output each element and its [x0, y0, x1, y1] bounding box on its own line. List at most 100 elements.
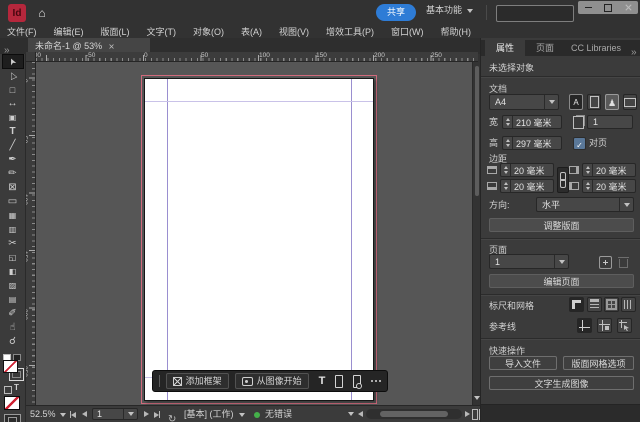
horizontal-scrollbar-thumb[interactable]	[380, 411, 448, 417]
frame-tool[interactable]: ⊠	[3, 181, 23, 194]
width-field[interactable]: 210 毫米	[502, 115, 562, 129]
rectangle-tool[interactable]: ▭	[3, 195, 23, 208]
direct-selection-tool[interactable]: ▷	[3, 69, 23, 82]
type-tool[interactable]: T	[3, 125, 23, 138]
menu-plugins[interactable]: 增效工具(P)	[326, 27, 374, 37]
page-tool[interactable]: □	[3, 83, 23, 96]
menu-object[interactable]: 对象(O)	[193, 27, 224, 37]
document-state[interactable]: [基本] (工作)	[184, 410, 245, 419]
zoom-level-dropdown[interactable]: 52.5%	[30, 410, 66, 419]
formatting-affects-text-icon[interactable]: T	[14, 384, 19, 392]
smart-guides-button[interactable]	[617, 318, 632, 333]
page-template-icon[interactable]	[353, 374, 362, 389]
table-tool[interactable]: ▦	[3, 209, 23, 222]
tab-cc-libraries[interactable]: CC Libraries	[565, 40, 627, 56]
link-margins-button[interactable]	[557, 167, 569, 193]
import-file-button[interactable]: 导入文件	[489, 356, 557, 370]
home-icon[interactable]	[32, 6, 52, 19]
tab-properties[interactable]: 属性	[485, 40, 525, 56]
scroll-left-icon[interactable]	[358, 411, 363, 417]
layout-grid-button[interactable]	[621, 297, 636, 312]
scroll-right-icon[interactable]	[465, 411, 470, 417]
vertical-ruler[interactable]: 0 50 100 150 200 250	[26, 62, 36, 405]
height-stepper[interactable]	[503, 137, 513, 149]
screen-mode-button[interactable]	[4, 414, 21, 422]
vertical-scrollbar-thumb[interactable]	[475, 66, 479, 196]
margin-bottom-field[interactable]: 20 毫米	[500, 179, 554, 193]
apply-none-swatch[interactable]	[4, 396, 20, 410]
margin-bottom-stepper[interactable]	[501, 180, 511, 192]
menu-help[interactable]: 帮助(H)	[441, 27, 472, 37]
horizontal-scrollbar[interactable]	[366, 409, 462, 419]
previous-page-button[interactable]	[82, 411, 87, 417]
note-tool[interactable]: ▤	[3, 293, 23, 306]
menu-file[interactable]: 文件(F)	[7, 27, 37, 37]
menu-view[interactable]: 视图(V)	[279, 27, 309, 37]
baseline-grid-button[interactable]	[587, 297, 602, 312]
gradient-swatch-tool[interactable]: ◧	[3, 265, 23, 278]
add-text-frame-icon[interactable]: T	[319, 375, 326, 387]
text-to-image-button[interactable]: 文字生成图像	[489, 376, 634, 390]
column-grid-tool[interactable]: ▥	[3, 223, 23, 236]
margin-top-field[interactable]: 20 毫米	[500, 163, 554, 177]
document-viewport[interactable]: 添加框架 从图像开始 T	[36, 62, 472, 405]
share-button[interactable]: 共享	[376, 4, 416, 21]
ruler-origin-corner[interactable]	[26, 52, 36, 62]
rotate-spread-icon[interactable]	[168, 409, 176, 422]
workspace-switcher[interactable]: 基本功能	[426, 6, 474, 15]
close-button[interactable]	[618, 1, 638, 14]
menu-window[interactable]: 窗口(W)	[391, 27, 424, 37]
menu-table[interactable]: 表(A)	[241, 27, 262, 37]
content-collector-tool[interactable]: ▣	[3, 111, 23, 124]
page[interactable]	[144, 78, 374, 401]
zoom-tool[interactable]: ☌	[3, 335, 23, 348]
margin-inside-stepper[interactable]	[583, 164, 593, 176]
direction-dropdown[interactable]: 水平	[536, 197, 634, 212]
gap-tool[interactable]: ↔	[3, 97, 23, 110]
edit-pages-button[interactable]: 编辑页面	[489, 274, 634, 288]
document-preset-icon-4[interactable]	[623, 94, 637, 110]
document-preset-icon-3[interactable]	[605, 94, 619, 110]
fill-swatch-none[interactable]	[3, 360, 18, 373]
document-preset-icon-1[interactable]: A	[569, 94, 583, 110]
show-rulers-button[interactable]	[569, 297, 584, 312]
minimize-button[interactable]	[578, 1, 598, 14]
scissors-tool[interactable]: ✂	[3, 237, 23, 250]
add-page-button[interactable]	[599, 256, 612, 269]
free-transform-tool[interactable]: ◱	[3, 251, 23, 264]
hand-tool[interactable]: ☝	[3, 321, 23, 334]
tab-close-icon[interactable]	[109, 43, 115, 49]
first-page-button[interactable]	[70, 411, 76, 418]
document-grid-button[interactable]	[604, 297, 619, 312]
adjust-layout-button[interactable]: 调整版面	[489, 218, 634, 232]
delete-page-button[interactable]	[618, 256, 629, 268]
eyedropper-tool[interactable]: ✐	[3, 307, 23, 320]
show-guides-button[interactable]	[577, 318, 592, 333]
start-from-image-button[interactable]: 从图像开始	[234, 373, 309, 389]
margin-top-stepper[interactable]	[501, 164, 511, 176]
menu-type[interactable]: 文字(T)	[147, 27, 177, 37]
margin-outside-field[interactable]: 20 毫米	[582, 179, 636, 193]
margin-inside-field[interactable]: 20 毫米	[582, 163, 636, 177]
document-preset-icon-2[interactable]	[587, 94, 601, 110]
preflight-menu-icon[interactable]	[348, 412, 354, 416]
blank-page-icon[interactable]	[335, 374, 344, 388]
lock-guides-button[interactable]	[597, 318, 612, 333]
facing-pages-checkbox[interactable]	[573, 137, 586, 150]
menu-layout[interactable]: 版面(L)	[101, 27, 130, 37]
selection-tool[interactable]: ➤	[1, 54, 24, 69]
formatting-affects-container-icon[interactable]	[4, 386, 12, 394]
pencil-tool[interactable]: ✏	[3, 167, 23, 180]
panel-collapse-icon[interactable]	[631, 42, 637, 60]
more-options-icon[interactable]	[371, 380, 381, 382]
maximize-button[interactable]	[598, 1, 618, 14]
pen-tool[interactable]: ✒	[3, 153, 23, 166]
width-stepper[interactable]	[503, 116, 513, 128]
vertical-scrollbar[interactable]	[472, 62, 480, 405]
preflight-indicator[interactable]: 无错误	[254, 410, 292, 419]
page-number-field[interactable]: 1	[92, 408, 138, 420]
line-tool[interactable]: ╱	[3, 139, 23, 152]
pages-count-field[interactable]: 1	[587, 115, 633, 129]
search-input[interactable]	[496, 5, 574, 22]
horizontal-ruler[interactable]: -100 -50 0 50 100 150 200 250 300	[36, 52, 478, 62]
